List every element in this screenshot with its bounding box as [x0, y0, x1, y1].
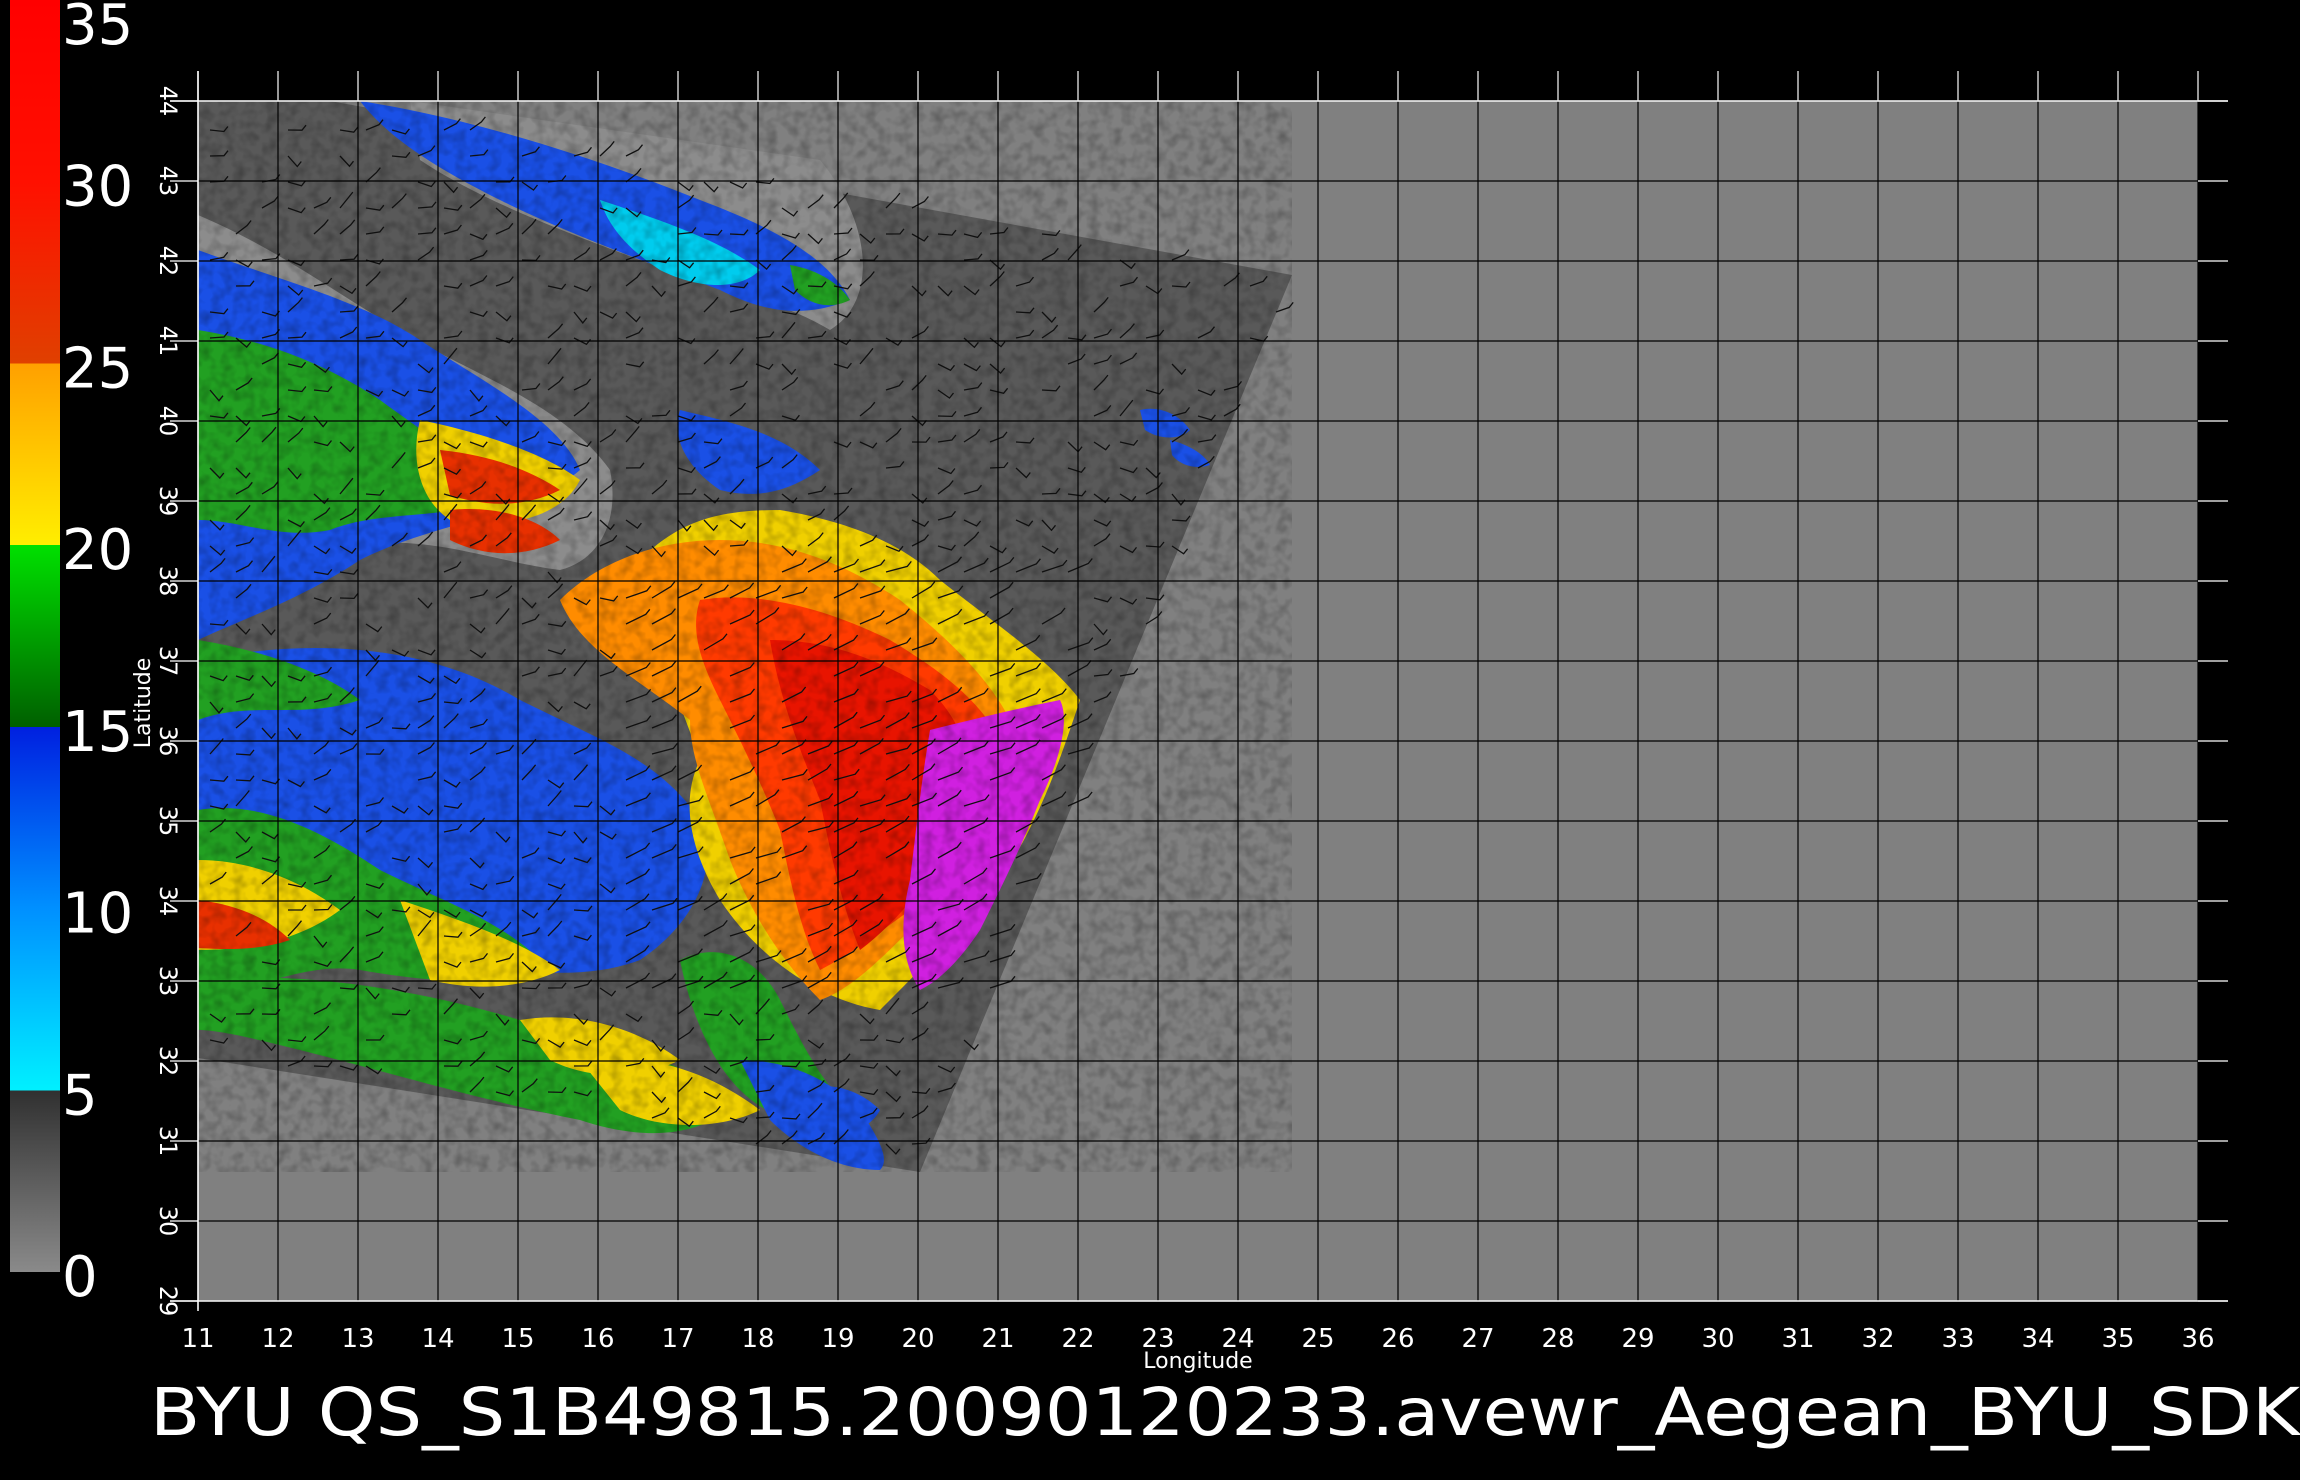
lon-tick-label: 22	[1061, 1324, 1094, 1354]
lon-tick-label: 34	[2021, 1324, 2054, 1354]
colorbar: 35 30 25 20 15 10 5 0	[10, 0, 133, 1310]
lon-tick-label: 36	[2181, 1324, 2214, 1354]
lat-tick-label: 42	[154, 246, 182, 277]
lon-tick-label: 15	[501, 1324, 534, 1354]
lat-tick-label: 37	[154, 646, 182, 677]
lon-tick-label: 33	[1941, 1324, 1974, 1354]
lat-tick-label: 41	[154, 326, 182, 357]
lon-tick-label: 12	[261, 1324, 294, 1354]
colorbar-gradient	[10, 0, 60, 1272]
y-axis-label: Latitude	[131, 658, 156, 749]
wind-map: 35 30 25 20 15 10 5 0 11 12 13 14 15 16 17 18 1…	[10, 0, 2300, 1451]
lon-tick-label: 32	[1861, 1324, 1894, 1354]
colorbar-label: 5	[62, 1063, 98, 1128]
lon-tick-label: 16	[581, 1324, 614, 1354]
lat-tick-label: 38	[154, 566, 182, 597]
colorbar-label: 35	[62, 0, 133, 58]
lat-tick-label: 32	[154, 1046, 182, 1077]
lon-tick-label: 11	[181, 1324, 214, 1354]
colorbar-label: 25	[62, 336, 133, 401]
lat-tick-label: 30	[154, 1206, 182, 1237]
lat-tick-label: 44	[154, 86, 182, 117]
lon-tick-label: 27	[1461, 1324, 1494, 1354]
lon-tick-label: 13	[341, 1324, 374, 1354]
lon-tick-label: 25	[1301, 1324, 1334, 1354]
colorbar-label: 30	[62, 155, 133, 220]
lon-tick-label: 28	[1541, 1324, 1574, 1354]
lat-tick-label: 40	[154, 406, 182, 437]
colorbar-label: 15	[62, 700, 133, 765]
lon-tick-label: 20	[901, 1324, 934, 1354]
lat-tick-label: 39	[154, 486, 182, 517]
lon-tick-label: 19	[821, 1324, 854, 1354]
lon-tick-label: 21	[981, 1324, 1014, 1354]
lat-tick-label: 35	[154, 806, 182, 837]
map-title: BYU QS_S1B49815.20090120233.avewr_Aegean…	[150, 1374, 2300, 1451]
lon-tick-label: 31	[1781, 1324, 1814, 1354]
colorbar-label: 20	[62, 518, 133, 583]
lat-tick-label: 43	[154, 166, 182, 197]
lat-tick-label: 31	[154, 1126, 182, 1157]
colorbar-label: 0	[62, 1245, 98, 1310]
lon-tick-label: 14	[421, 1324, 454, 1354]
latitude-tick-labels: 29 30 31 32 33 34 35 36 37 38 39 40 41 42 43 44	[154, 86, 182, 1317]
colorbar-label: 10	[62, 882, 133, 947]
x-axis-label: Longitude	[1143, 1349, 1252, 1374]
lon-tick-label: 35	[2101, 1324, 2134, 1354]
lat-tick-label: 29	[154, 1286, 182, 1317]
lon-tick-label: 17	[661, 1324, 694, 1354]
lon-tick-label: 26	[1381, 1324, 1414, 1354]
colorbar-labels: 35 30 25 20 15 10 5 0	[62, 0, 133, 1310]
lon-tick-label: 29	[1621, 1324, 1654, 1354]
lon-tick-label: 18	[741, 1324, 774, 1354]
lon-tick-label: 30	[1701, 1324, 1734, 1354]
lat-tick-label: 33	[154, 966, 182, 997]
lat-tick-label: 34	[154, 886, 182, 917]
lat-tick-label: 36	[154, 726, 182, 757]
